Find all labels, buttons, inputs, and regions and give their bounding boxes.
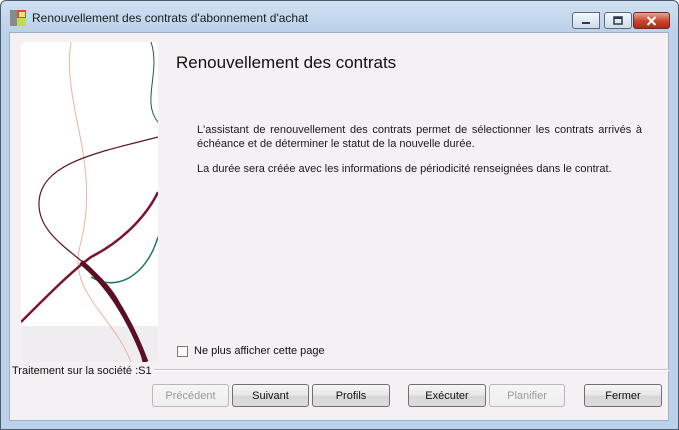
schedule-button[interactable]: Planifier [489, 384, 565, 407]
dont-show-again-label[interactable]: Ne plus afficher cette page [194, 345, 325, 357]
app-icon [10, 10, 26, 26]
footer-separator [154, 369, 669, 371]
previous-button[interactable]: Précédent [152, 384, 229, 407]
close-button[interactable]: Fermer [584, 384, 662, 407]
wizard-client-area: Renouvellement des contrats L'assistant … [9, 32, 669, 421]
dont-show-again-row[interactable]: Ne plus afficher cette page [177, 345, 325, 357]
maximize-button[interactable] [604, 12, 632, 29]
title-bar[interactable]: Renouvellement des contrats d'abonnement… [1, 1, 678, 33]
close-icon [646, 15, 657, 26]
minimize-icon [582, 21, 590, 24]
window-title: Renouvellement des contrats d'abonnement… [32, 11, 309, 25]
description-text: L'assistant de renouvellement des contra… [197, 124, 642, 150]
company-status-text: Traitement sur la société :S1 [12, 365, 152, 377]
decorative-curves-illustration [21, 42, 158, 362]
page-title: Renouvellement des contrats [176, 53, 397, 72]
close-window-button[interactable] [633, 12, 670, 29]
next-button[interactable]: Suivant [232, 384, 309, 407]
wizard-window: Renouvellement des contrats d'abonnement… [0, 0, 679, 430]
minimize-button[interactable] [572, 12, 600, 29]
decorative-side-panel [21, 42, 158, 362]
maximize-icon [613, 16, 623, 25]
execute-button[interactable]: Exécuter [408, 384, 486, 407]
dont-show-again-checkbox[interactable] [177, 345, 188, 357]
profiles-button[interactable]: Profils [312, 384, 390, 407]
description-text-2: La durée sera créée avec les information… [197, 163, 612, 175]
